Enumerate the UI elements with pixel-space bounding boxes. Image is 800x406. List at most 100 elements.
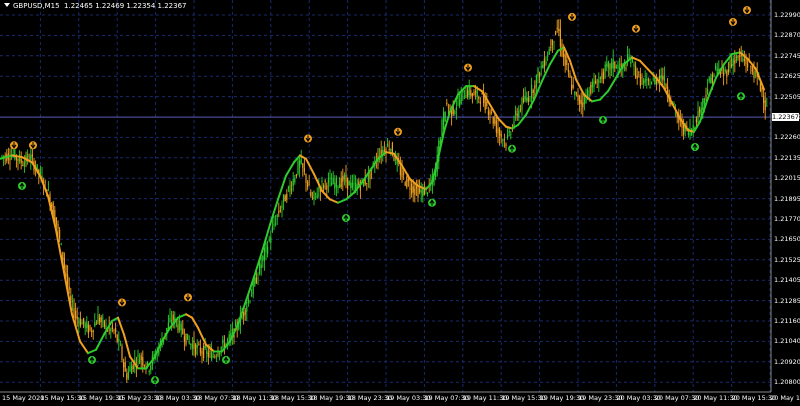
candle-body (196, 345, 198, 348)
candle-body (617, 64, 619, 69)
candle-body (300, 159, 302, 164)
candle-body (419, 188, 421, 192)
candle-body (699, 109, 701, 113)
candle-body (596, 87, 598, 89)
candle-body (182, 328, 184, 334)
candle-body (228, 334, 230, 340)
candle-body (411, 183, 413, 194)
candle-body (604, 64, 606, 72)
candle-body (614, 61, 616, 68)
candle-body (204, 345, 206, 348)
candle-body (302, 163, 304, 168)
buy-arrow-icon (342, 213, 350, 222)
candle-body (747, 63, 749, 68)
candle-body (729, 59, 731, 68)
candle-body (499, 128, 501, 136)
candle-body (283, 194, 285, 202)
candle-body (211, 352, 213, 360)
buy-arrow-icon (428, 198, 436, 207)
candle-body (465, 94, 467, 99)
candle-body (334, 182, 336, 189)
candle-body (171, 320, 173, 324)
candle-body (84, 323, 86, 328)
candle-body (513, 121, 515, 126)
candle-body (190, 344, 192, 345)
candle-body (137, 355, 139, 357)
candle-body (550, 47, 552, 48)
candle-body (337, 186, 339, 189)
candle-body (489, 111, 491, 115)
candle-body (503, 139, 505, 141)
candle-body (732, 58, 734, 66)
candle-body (142, 357, 144, 366)
candle-body (601, 72, 603, 79)
candle-body (30, 155, 32, 160)
candle-body (83, 318, 85, 325)
price-tick-label: 1.22625 (774, 72, 800, 81)
buy-arrow-icon (88, 355, 96, 364)
candle-body (591, 82, 593, 88)
candle-body (219, 353, 221, 355)
collapse-triangle-icon[interactable] (4, 3, 10, 7)
candle-body (382, 149, 384, 154)
candle-body (553, 41, 555, 43)
candle-body (39, 171, 41, 174)
candle-body (486, 101, 488, 107)
candle-body (715, 66, 717, 70)
sell-arrow-icon (29, 141, 37, 150)
chart-window[interactable]: GBPUSD,M15 1.22465 1.22469 1.22354 1.223… (0, 0, 800, 406)
candle-body (598, 79, 600, 84)
candle-body (545, 61, 547, 65)
candle-body (342, 176, 344, 182)
candle-body (606, 63, 608, 67)
candle-body (569, 72, 571, 79)
candle-body (91, 331, 93, 333)
candle-body (265, 243, 267, 253)
candle-body (689, 128, 691, 136)
candle-body (393, 155, 395, 161)
candle-body (100, 317, 102, 322)
candle-body (199, 347, 201, 353)
candle-body (243, 312, 245, 317)
candle-body (731, 64, 733, 67)
buy-arrow-icon (18, 181, 26, 190)
candle-body (535, 75, 537, 87)
price-tick-label: 1.21895 (774, 194, 800, 203)
candle-body (238, 325, 240, 330)
candle-body (268, 238, 270, 241)
candle-body (563, 50, 565, 58)
trend-segment (631, 56, 641, 62)
price-chart[interactable] (0, 0, 800, 406)
candle-body (455, 107, 457, 110)
candle-body (420, 190, 422, 193)
trend-segment (497, 117, 507, 128)
candle-body (214, 356, 216, 358)
candle-body (68, 286, 70, 290)
price-tick-label: 1.22260 (774, 133, 800, 142)
sell-arrow-icon (743, 6, 751, 15)
price-tick-label: 1.21525 (774, 255, 800, 264)
price-tick-label: 1.22990 (774, 11, 800, 19)
candle-body (692, 124, 694, 132)
candle-body (361, 178, 363, 180)
candle-body (497, 128, 499, 134)
candle-body (518, 110, 520, 118)
candle-body (348, 181, 350, 186)
candle-body (710, 77, 712, 84)
candle-body (177, 324, 179, 331)
candle-body (766, 105, 768, 107)
candle-body (707, 88, 709, 94)
trend-segment (549, 49, 559, 66)
candle-body (510, 133, 512, 135)
candle-body (508, 131, 510, 133)
candle-body (71, 300, 73, 303)
candle-body (366, 182, 368, 184)
candle-body (329, 177, 331, 180)
candle-body (723, 72, 725, 77)
candle-body (140, 355, 142, 361)
candle-body (327, 178, 329, 184)
candle-body (449, 105, 451, 107)
candle-body (267, 246, 269, 255)
candle-body (655, 79, 657, 85)
candle-body (343, 174, 345, 180)
